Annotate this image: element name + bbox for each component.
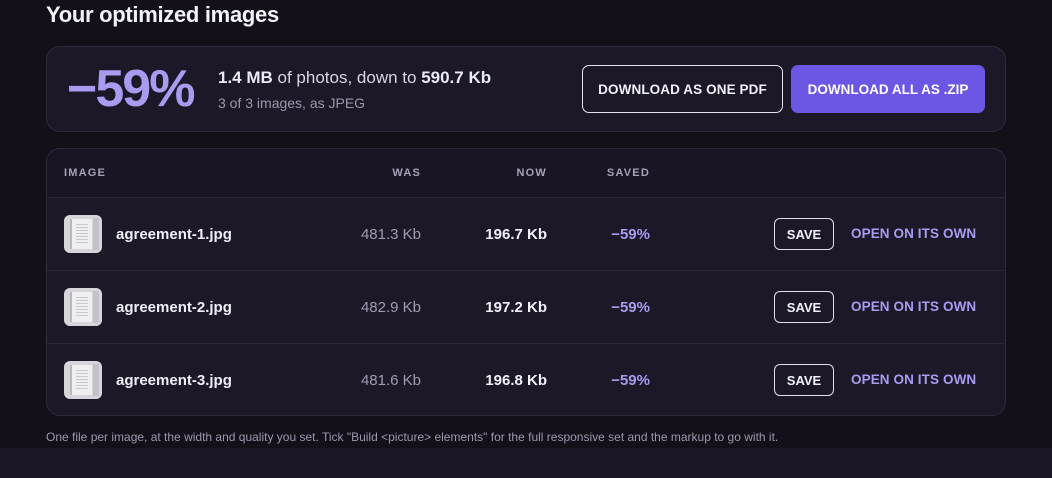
size-was: 481.6 Kb: [360, 372, 421, 389]
saved-percent: −59%: [611, 226, 650, 243]
image-thumbnail: [64, 361, 102, 399]
footnote: One file per image, at the width and qua…: [46, 430, 779, 444]
table-header: IMAGE WAS NOW SAVED: [47, 149, 1005, 197]
page-title: Your optimized images: [46, 2, 279, 27]
save-button[interactable]: SAVE: [774, 218, 834, 250]
open-on-its-own-link[interactable]: OPEN ON ITS OWN: [851, 226, 976, 241]
file-name: agreement-1.jpg: [116, 226, 232, 243]
save-button[interactable]: SAVE: [774, 364, 834, 396]
download-zip-button[interactable]: DOWNLOAD ALL AS .ZIP: [791, 65, 985, 113]
header-was: WAS: [392, 167, 421, 179]
file-name: agreement-3.jpg: [116, 372, 232, 389]
image-thumbnail: [64, 215, 102, 253]
header-now: NOW: [516, 167, 547, 179]
header-saved: SAVED: [606, 167, 650, 179]
size-now: 196.7 Kb: [485, 226, 547, 243]
summary-text: of photos, down to: [272, 68, 422, 87]
saved-percent: −59%: [611, 372, 650, 389]
summary-line: 1.4 MB of photos, down to 590.7 Kb: [218, 68, 491, 88]
results-table: IMAGE WAS NOW SAVED agreement-1.jpg 481.…: [46, 148, 1006, 416]
image-thumbnail: [64, 288, 102, 326]
save-button[interactable]: SAVE: [774, 291, 834, 323]
download-pdf-button[interactable]: DOWNLOAD AS ONE PDF: [582, 65, 783, 113]
original-size: 1.4 MB: [218, 68, 273, 87]
summary-subtext: 3 of 3 images, as JPEG: [218, 95, 366, 111]
size-was: 481.3 Kb: [360, 226, 421, 243]
table-row: agreement-3.jpg 481.6 Kb 196.8 Kb −59% S…: [47, 343, 1005, 415]
open-on-its-own-link[interactable]: OPEN ON ITS OWN: [851, 372, 976, 387]
new-size: 590.7 Kb: [421, 68, 492, 87]
size-now: 196.8 Kb: [485, 372, 547, 389]
saved-percent: −59%: [611, 299, 650, 316]
size-was: 482.9 Kb: [360, 299, 421, 316]
bottom-bar: [0, 448, 1052, 478]
header-image: IMAGE: [64, 167, 107, 179]
table-row: agreement-1.jpg 481.3 Kb 196.7 Kb −59% S…: [47, 197, 1005, 269]
open-on-its-own-link[interactable]: OPEN ON ITS OWN: [851, 299, 976, 314]
table-row: agreement-2.jpg 482.9 Kb 197.2 Kb −59% S…: [47, 270, 1005, 342]
summary-card: −59% 1.4 MB of photos, down to 590.7 Kb …: [46, 46, 1006, 132]
file-name: agreement-2.jpg: [116, 299, 232, 316]
size-now: 197.2 Kb: [485, 299, 547, 316]
savings-percent: −59%: [67, 60, 195, 118]
